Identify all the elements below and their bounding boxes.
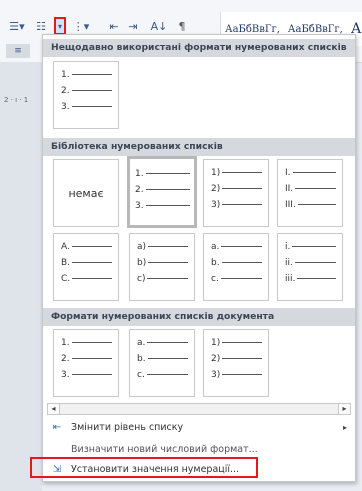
decrease-indent-icon: ⇤ — [109, 19, 119, 33]
library-tile-alpha-upper[interactable]: A. B. C. — [53, 233, 119, 301]
list-marker: 2) — [211, 354, 221, 364]
align-left-icon: ≡ — [14, 46, 22, 56]
list-marker: 3. — [61, 102, 70, 112]
document-formats-header: Формати нумерованих списків документа — [43, 308, 355, 326]
document-tile-alpha-dot[interactable]: a. b. c. — [129, 329, 195, 397]
list-marker: I. — [285, 168, 291, 178]
list-marker: b) — [137, 258, 147, 268]
show-formatting-button[interactable]: ¶ — [174, 18, 190, 34]
list-marker: 3. — [135, 201, 144, 211]
increase-indent-icon: ⇥ — [128, 19, 138, 33]
numbered-list-icon: ☷ — [36, 19, 46, 33]
list-marker: III. — [285, 200, 296, 210]
list-marker: a) — [137, 242, 147, 252]
list-marker: b. — [137, 354, 146, 364]
list-marker: iii. — [285, 274, 296, 284]
sort-button[interactable]: A↓ — [150, 18, 168, 34]
decrease-indent-button[interactable]: ⇤ — [106, 18, 122, 34]
list-marker: c. — [211, 274, 219, 284]
numbering-dropdown-arrow[interactable]: ▾ — [54, 17, 66, 35]
none-label: немає — [68, 186, 104, 200]
library-tile-roman-lower[interactable]: i. ii. iii. — [277, 233, 343, 301]
recent-formats-header: Нещодавно використані формати нумеровани… — [43, 39, 355, 57]
list-marker: II. — [285, 184, 294, 194]
numbering-gallery-dropdown: Нещодавно використані формати нумеровани… — [42, 34, 356, 482]
library-tile-1-dot[interactable]: 1. 2. 3. — [127, 156, 197, 228]
numbering-button[interactable]: ☷ — [30, 18, 52, 34]
list-marker: 3) — [211, 200, 221, 210]
gallery-scrollbar[interactable]: ◂ ▸ — [47, 403, 351, 415]
numbering-library-header: Бібліотека нумерованих списків — [43, 138, 355, 156]
list-marker: a. — [211, 242, 220, 252]
list-marker: 1) — [211, 168, 221, 178]
set-numbering-value-highlight — [30, 457, 258, 478]
list-marker: 2. — [135, 185, 144, 195]
change-list-level-menu-item[interactable]: ⇤ Змінити рівень списку ▸ — [43, 419, 355, 437]
document-tile-1-paren[interactable]: 1) 2) 3) — [203, 329, 269, 397]
document-left-margin — [0, 62, 42, 491]
list-marker: 2. — [61, 86, 70, 96]
bullets-button[interactable]: ☰▾ — [6, 18, 28, 34]
list-marker: C. — [61, 274, 71, 284]
list-marker: 3. — [61, 370, 70, 380]
document-tile-1-dot[interactable]: 1. 2. 3. — [53, 329, 119, 397]
submenu-arrow-icon: ▸ — [342, 423, 347, 432]
multilevel-list-icon: ⋮▾ — [72, 19, 90, 33]
pilcrow-icon: ¶ — [178, 19, 186, 33]
scroll-left-arrow-icon[interactable]: ◂ — [48, 404, 60, 414]
style-normal[interactable]: АаБбВвГг, — [221, 24, 284, 35]
library-tile-roman-upper[interactable]: I. II. III. — [277, 159, 343, 227]
scroll-right-arrow-icon[interactable]: ▸ — [338, 404, 350, 414]
change-list-level-label: Змінити рівень списку — [71, 422, 184, 433]
bullet-list-icon: ☰▾ — [9, 19, 25, 33]
list-marker: 1) — [211, 338, 221, 348]
list-marker: 1. — [135, 169, 144, 179]
recent-format-tile[interactable]: 1. 2. 3. — [53, 61, 119, 129]
list-marker: 1. — [61, 338, 70, 348]
sort-icon: A↓ — [150, 19, 168, 33]
library-tile-alpha-paren[interactable]: a) b) c) — [129, 233, 195, 301]
library-tile-1-paren[interactable]: 1) 2) 3) — [203, 159, 269, 227]
chevron-down-icon: ▾ — [57, 21, 62, 31]
vertical-ruler: 2 · ı · 1 — [4, 96, 29, 104]
list-marker: A. — [61, 242, 70, 252]
style-no-spacing[interactable]: АаБбВвГг, — [284, 24, 347, 35]
list-marker: a. — [137, 338, 146, 348]
list-marker: b. — [211, 258, 220, 268]
list-marker: B. — [61, 258, 71, 268]
list-marker: 2. — [61, 354, 70, 364]
library-tile-alpha-dot[interactable]: a. b. c. — [203, 233, 269, 301]
increase-indent-button[interactable]: ⇥ — [125, 18, 141, 34]
library-tile-none[interactable]: немає — [53, 159, 119, 227]
list-marker: 2) — [211, 184, 221, 194]
list-marker: 3) — [211, 370, 221, 380]
align-left-button[interactable]: ≡ — [6, 44, 30, 58]
list-marker: c) — [137, 274, 146, 284]
list-marker: i. — [285, 242, 291, 252]
list-marker: ii. — [285, 258, 293, 268]
multilevel-list-button[interactable]: ⋮▾ — [70, 18, 92, 34]
list-marker: c. — [137, 370, 145, 380]
list-marker: 1. — [61, 70, 70, 80]
list-level-icon: ⇤ — [52, 422, 62, 433]
